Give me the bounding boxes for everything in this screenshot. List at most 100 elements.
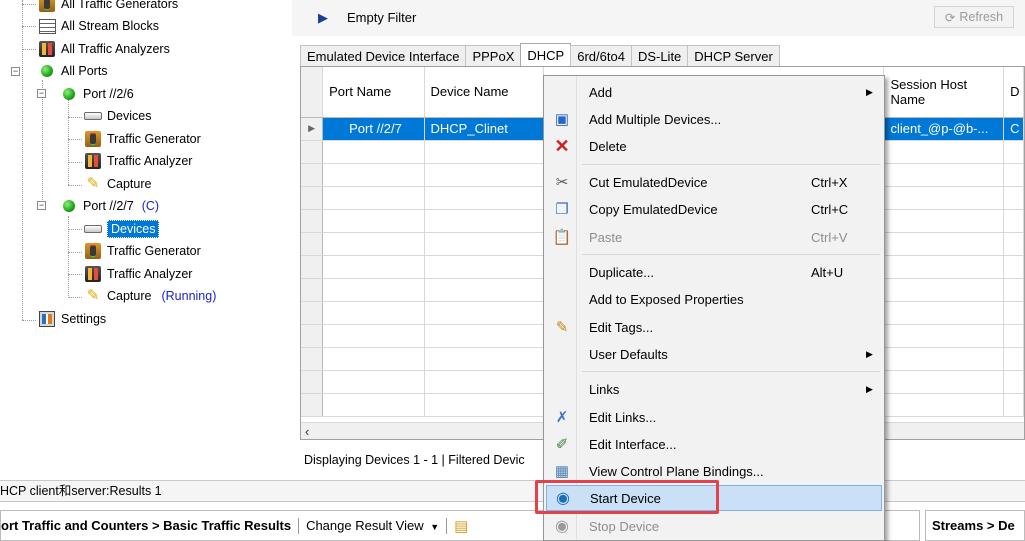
- tree-item-port-2-6-devices[interactable]: Devices: [84, 106, 151, 126]
- add-multiple-devices-icon: ▣: [554, 111, 570, 128]
- tree-item-all-traffic-analyzers[interactable]: All Traffic Analyzers: [38, 39, 170, 59]
- copy-icon: ❐: [555, 201, 569, 218]
- all-ports-collapse-toggle[interactable]: −: [11, 67, 20, 76]
- refresh-label: Refresh: [959, 10, 1004, 24]
- column-header-d[interactable]: D: [1003, 67, 1024, 118]
- column-header-port-name[interactable]: Port Name: [322, 67, 425, 118]
- tree-item-port-2-7-capture[interactable]: ✎ Capture (Running): [84, 286, 217, 306]
- menu-item-edit-interface[interactable]: ✐ Edit Interface...: [546, 431, 882, 457]
- empty-cell: [1003, 255, 1024, 279]
- menu-item-edit-tags[interactable]: ✎ Edit Tags...: [546, 314, 882, 340]
- empty-cell: [322, 186, 425, 210]
- submenu-arrow-icon: ▶: [866, 383, 873, 394]
- empty-cell: [424, 301, 544, 325]
- capture-icon: ✎: [86, 287, 100, 304]
- tab-emulated-device-interface[interactable]: Emulated Device Interface: [300, 45, 467, 66]
- tree-item-all-traffic-generators[interactable]: All Traffic Generators: [38, 0, 178, 14]
- edit-tags-icon: ✎: [555, 319, 569, 336]
- port-2-6-collapse-toggle[interactable]: −: [37, 89, 46, 98]
- menu-item-shortcut: Alt+U: [811, 264, 844, 280]
- results-breadcrumb[interactable]: ort Traffic and Counters > Basic Traffic…: [1, 518, 291, 533]
- tree-item-port-2-7-devices[interactable]: Devices: [84, 219, 160, 239]
- row-header: [301, 209, 324, 233]
- tree-item-port-2-6[interactable]: Port //2/6: [60, 84, 134, 104]
- column-header-session-host-name[interactable]: Session Host Name: [883, 67, 1005, 118]
- toolbar-separator: [446, 517, 448, 534]
- tree-item-label: Devices: [107, 220, 160, 238]
- tree-item-label: Traffic Generator: [107, 244, 201, 258]
- empty-cell: [883, 163, 1005, 187]
- traffic-analyzer-icon: [85, 266, 101, 282]
- tree-item-label: All Traffic Generators: [61, 0, 179, 11]
- bindings-icon: ▦: [554, 463, 570, 480]
- cell-port-name[interactable]: Port //2/7: [322, 117, 425, 141]
- traffic-analyzer-icon: [39, 41, 55, 57]
- tree-item-port-2-7-traffic-generator[interactable]: Traffic Generator: [84, 241, 201, 261]
- cell-session-host-name[interactable]: client_@p-@b-...: [883, 117, 1005, 141]
- row-header[interactable]: ▶: [301, 117, 324, 141]
- empty-cell: [1003, 186, 1024, 210]
- edit-links-icon: ✗: [555, 409, 569, 426]
- tree-item-label: Traffic Analyzer: [107, 154, 193, 168]
- tree-item-all-stream-blocks[interactable]: All Stream Blocks: [38, 16, 159, 36]
- menu-item-label: Copy EmulatedDevice: [589, 201, 718, 217]
- menu-item-add-to-exposed-properties[interactable]: Add to Exposed Properties: [546, 286, 882, 312]
- tree-item-port-2-7[interactable]: Port //2/7 (C): [60, 196, 159, 216]
- empty-cell: [1003, 324, 1024, 348]
- tree-item-port-2-7-traffic-analyzer[interactable]: Traffic Analyzer: [84, 264, 192, 284]
- cell-device-name[interactable]: DHCP_Clinet: [424, 117, 544, 141]
- refresh-button[interactable]: ⟳ Refresh: [934, 6, 1014, 28]
- empty-cell: [1003, 209, 1024, 233]
- menu-item-cut[interactable]: ✂ Cut EmulatedDevice Ctrl+X: [546, 169, 882, 195]
- menu-item-add[interactable]: Add ▶: [546, 79, 882, 105]
- tree-item-label: Capture: [107, 289, 152, 303]
- tree-item-label: Traffic Analyzer: [107, 267, 193, 281]
- tree-item-port-2-6-capture[interactable]: ✎ Capture: [84, 174, 152, 194]
- tab-ds-lite[interactable]: DS-Lite: [630, 45, 689, 66]
- scroll-left-icon[interactable]: ‹: [305, 424, 309, 439]
- tree-item-label: Capture: [107, 177, 152, 191]
- menu-item-duplicate[interactable]: Duplicate... Alt+U: [546, 259, 882, 285]
- menu-item-user-defaults[interactable]: User Defaults ▶: [546, 341, 882, 367]
- menu-item-links[interactable]: Links ▶: [546, 376, 882, 402]
- empty-cell: [883, 255, 1005, 279]
- port-status-icon: [63, 200, 75, 212]
- row-header: [301, 278, 324, 302]
- empty-cell: [1003, 232, 1024, 256]
- menu-separator: [582, 254, 880, 255]
- menu-item-stop-device[interactable]: ◉ Stop Device: [546, 513, 882, 539]
- menu-item-label: Edit Links...: [589, 409, 657, 425]
- menu-item-paste[interactable]: 📋 Paste Ctrl+V: [546, 224, 882, 250]
- tab-dhcp[interactable]: DHCP: [520, 43, 572, 66]
- capture-icon: ✎: [86, 175, 100, 192]
- tree-item-all-ports[interactable]: All Ports: [38, 61, 108, 81]
- tree-item-settings[interactable]: Settings: [38, 309, 106, 329]
- tree-item-label: Devices: [107, 109, 152, 123]
- traffic-generator-icon: [39, 0, 55, 12]
- change-result-view-dropdown[interactable]: Change Result View ▼: [306, 518, 439, 533]
- tree-item-port-2-6-traffic-generator[interactable]: Traffic Generator: [84, 129, 201, 149]
- results-folder-icon[interactable]: ▤: [454, 517, 468, 535]
- tab-pppox[interactable]: PPPoX: [465, 45, 522, 66]
- menu-item-delete[interactable]: ✕ Delete: [546, 133, 882, 159]
- streams-pane-title[interactable]: Streams > De: [925, 510, 1025, 541]
- empty-cell: [424, 324, 544, 348]
- column-header-device-name[interactable]: Device Name: [424, 67, 544, 118]
- context-menu: Add ▶ ▣ Add Multiple Devices... ✕ Delete…: [543, 75, 885, 541]
- port-2-7-collapse-toggle[interactable]: −: [37, 201, 46, 210]
- menu-item-edit-links[interactable]: ✗ Edit Links...: [546, 404, 882, 430]
- submenu-arrow-icon: ▶: [866, 348, 873, 359]
- tab-dhcp-server[interactable]: DHCP Server: [687, 45, 780, 66]
- menu-item-add-multiple-devices[interactable]: ▣ Add Multiple Devices...: [546, 106, 882, 132]
- tree-item-port-2-6-traffic-analyzer[interactable]: Traffic Analyzer: [84, 151, 192, 171]
- tab-6rd-6to4[interactable]: 6rd/6to4: [570, 45, 632, 66]
- filter-label[interactable]: Empty Filter: [347, 10, 416, 25]
- empty-cell: [322, 278, 425, 302]
- cell-d[interactable]: C: [1003, 117, 1024, 141]
- tree-item-label: All Ports: [61, 64, 108, 78]
- port-status-icon: [63, 88, 75, 100]
- filter-expand-icon[interactable]: ▶: [318, 10, 328, 26]
- toolbar-separator: [298, 517, 300, 534]
- empty-cell: [1003, 347, 1024, 371]
- menu-item-copy[interactable]: ❐ Copy EmulatedDevice Ctrl+C: [546, 196, 882, 222]
